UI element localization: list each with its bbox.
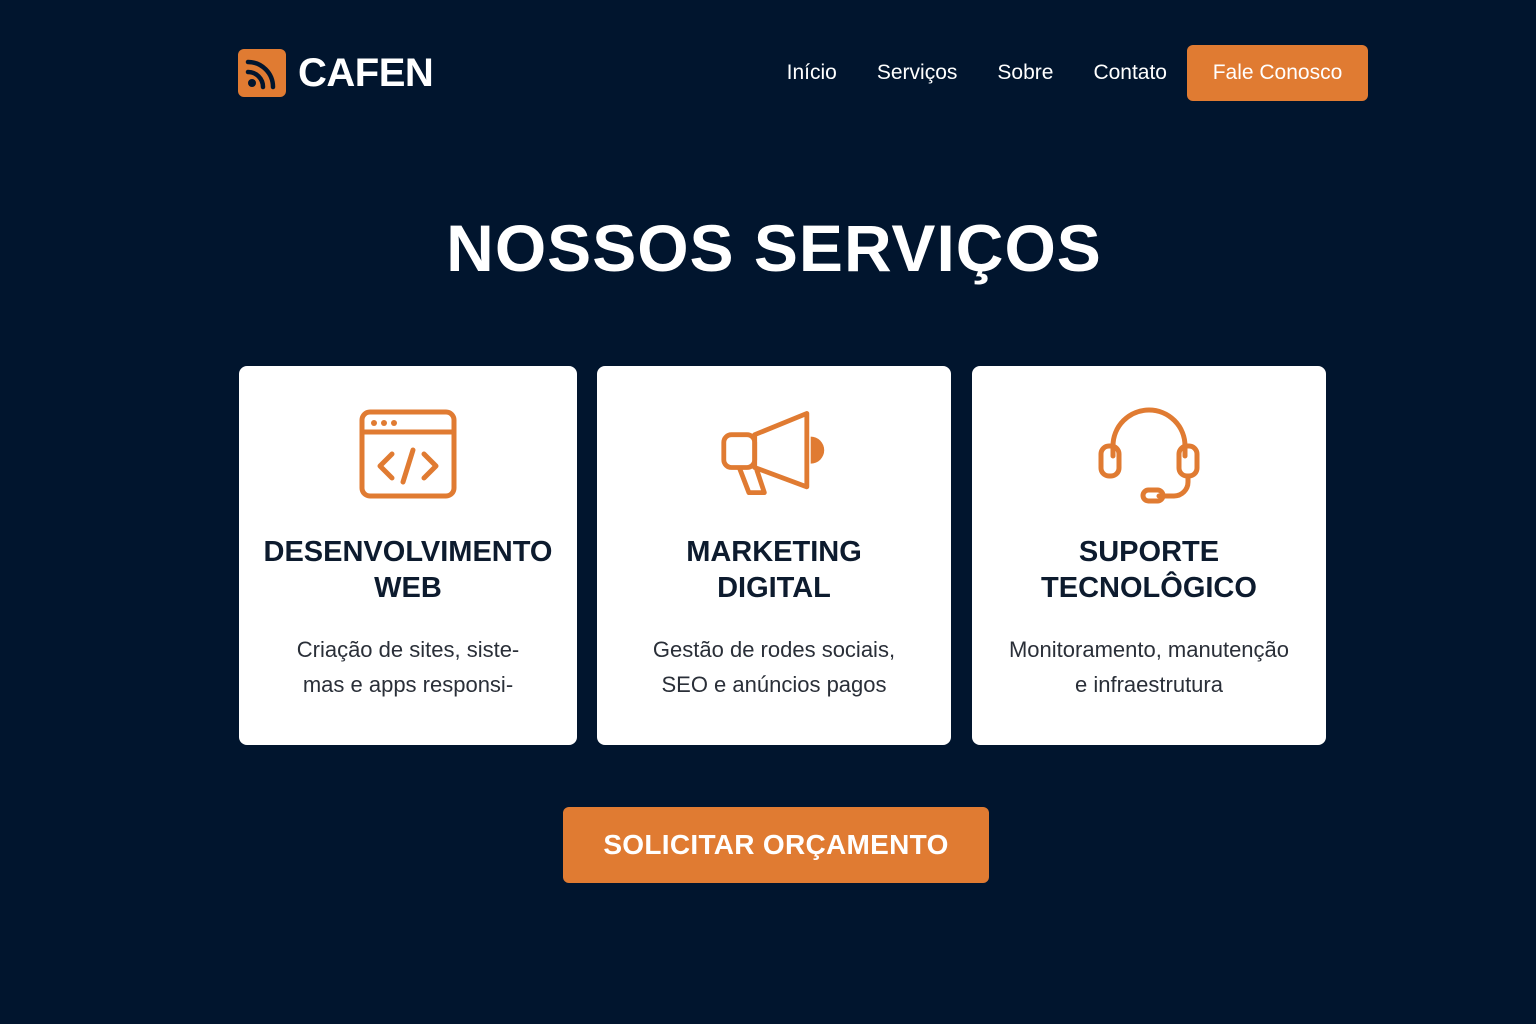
nav-item-servicos[interactable]: Serviços	[877, 61, 958, 85]
service-title: SUPORTE TECNOLÔGICO	[1041, 534, 1257, 606]
service-title-line: DESENVOLVIMENTO	[263, 536, 553, 568]
service-description: Monitoramento, manutenção e infraestrutu…	[999, 632, 1299, 702]
rss-icon	[238, 49, 286, 97]
service-card-digital-marketing[interactable]: MARKETING DIGITAL Gestão de rodes sociai…	[597, 366, 951, 745]
service-description-line: SEO e anúncios pagos	[661, 672, 887, 697]
service-description: Criação de sites, siste- mas e apps resp…	[258, 632, 558, 702]
service-title-line: WEB	[374, 572, 442, 604]
headset-icon	[1093, 404, 1205, 504]
nav-item-sobre[interactable]: Sobre	[997, 61, 1053, 85]
service-description-line: Gestão de rodes sociais,	[652, 637, 896, 662]
service-title-line: TECNOLÔGICO	[1041, 572, 1257, 604]
service-card-tech-support[interactable]: SUPORTE TECNOLÔGICO Monitoramento, manut…	[972, 366, 1326, 745]
section-title: NOSSOS SERVIÇOS	[446, 211, 1102, 285]
request-quote-button[interactable]: SOLICITAR ORÇAMENTO	[563, 807, 989, 883]
brand-name: CAFEN	[298, 50, 434, 95]
service-description-line: mas e apps responsi-	[302, 672, 514, 697]
brand[interactable]: CAFEN	[238, 49, 434, 97]
nav-item-inicio[interactable]: Início	[787, 61, 837, 85]
service-title: MARKETING DIGITAL	[686, 534, 862, 606]
service-title-line: MARKETING	[686, 536, 862, 568]
service-description-line: e infraestrutura	[1075, 672, 1223, 697]
service-description-line: Criação de sites, siste-	[296, 637, 520, 662]
service-title-line: SUPORTE	[1078, 536, 1220, 568]
site-header: CAFEN Início Serviços Sobre Contato Fale…	[238, 45, 1368, 101]
code-window-icon	[352, 404, 464, 504]
service-title-line: DIGITAL	[717, 572, 831, 604]
service-card-web-development[interactable]: DESENVOLVIMENTO WEB Criação de sites, si…	[239, 366, 577, 745]
nav-item-contato[interactable]: Contato	[1093, 61, 1167, 85]
megaphone-icon	[718, 404, 830, 504]
contact-button[interactable]: Fale Conosco	[1187, 45, 1368, 101]
service-description-line: Monitoramento, manutenção	[1008, 637, 1290, 662]
service-description: Gestão de rodes sociais, SEO e anúncios …	[624, 632, 924, 702]
page: CAFEN Início Serviços Sobre Contato Fale…	[0, 0, 1536, 1024]
main-nav: Início Serviços Sobre Contato Fale Conos…	[787, 45, 1368, 101]
service-title: DESENVOLVIMENTO WEB	[264, 534, 553, 606]
